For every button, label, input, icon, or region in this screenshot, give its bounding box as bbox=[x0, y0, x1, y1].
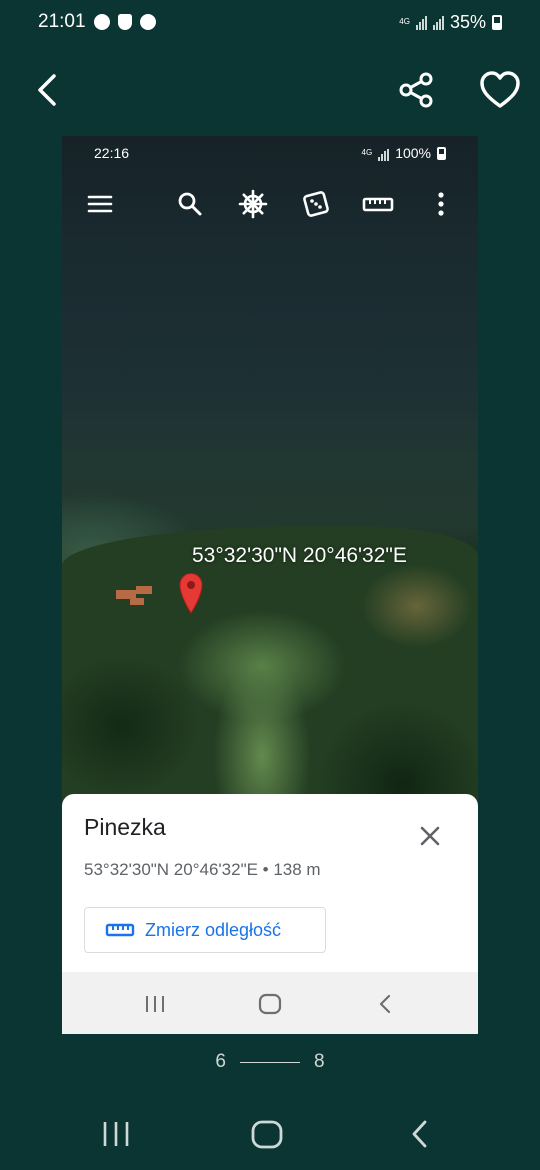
top-actions bbox=[0, 62, 540, 118]
ship-wheel-icon bbox=[238, 189, 268, 219]
feeling-lucky-button[interactable] bbox=[300, 188, 332, 220]
ruler-icon bbox=[362, 197, 394, 212]
inner-status-right: 4G 100% bbox=[362, 145, 446, 161]
back-icon bbox=[379, 994, 391, 1014]
inner-status-time: 22:16 bbox=[94, 145, 130, 161]
map-building bbox=[136, 586, 152, 594]
system-nav-bar bbox=[0, 1108, 540, 1158]
inner-nav-bar bbox=[62, 972, 478, 1034]
home-icon bbox=[251, 1120, 283, 1149]
measure-distance-label: Zmierz odległość bbox=[145, 919, 282, 940]
pin-info-sheet: Pinezka 53°32'30"N 20°46'32"E • 138 m Zm… bbox=[62, 794, 478, 972]
search-icon bbox=[178, 192, 202, 216]
back-button[interactable] bbox=[28, 68, 68, 112]
map-toolbar bbox=[62, 184, 478, 224]
menu-icon bbox=[87, 195, 113, 213]
signal-icon bbox=[415, 14, 427, 30]
nav-back-button[interactable] bbox=[370, 990, 400, 1018]
screenshot-preview: 22:16 4G 100% 53°32'30"N 20°46'32"E Pine… bbox=[62, 136, 478, 1034]
share-icon bbox=[399, 72, 433, 108]
pager-divider bbox=[240, 1061, 300, 1063]
ruler-icon bbox=[105, 923, 135, 937]
close-button[interactable] bbox=[416, 822, 444, 850]
pin-coordinates-label: 53°32'30"N 20°46'32"E bbox=[192, 544, 407, 567]
home-button[interactable] bbox=[247, 1114, 287, 1154]
search-button[interactable] bbox=[174, 188, 206, 220]
heart-icon bbox=[480, 71, 520, 108]
sheet-subtitle: 53°32'30"N 20°46'32"E • 138 m bbox=[84, 860, 321, 879]
close-icon bbox=[420, 826, 440, 846]
measure-distance-button[interactable]: Zmierz odległość bbox=[84, 907, 326, 953]
recents-button[interactable] bbox=[96, 1114, 136, 1154]
status-right: 4G 35% bbox=[399, 12, 502, 33]
home-icon bbox=[258, 993, 282, 1015]
nav-back-button[interactable] bbox=[400, 1114, 440, 1154]
map-building bbox=[130, 598, 144, 605]
recents-icon bbox=[146, 996, 164, 1012]
inner-network-type: 4G bbox=[361, 148, 373, 157]
more-vert-icon bbox=[438, 192, 444, 216]
pager-current: 6 bbox=[215, 1051, 226, 1072]
battery-percent: 35% bbox=[449, 11, 486, 32]
recents-icon bbox=[103, 1122, 129, 1146]
network-type: 4G bbox=[399, 17, 410, 26]
sheet-title: Pinezka bbox=[84, 814, 166, 840]
back-icon bbox=[412, 1120, 427, 1148]
share-button[interactable] bbox=[396, 68, 440, 112]
battery-icon bbox=[492, 14, 502, 30]
image-pager: 6 8 bbox=[0, 1048, 540, 1076]
notification-icon bbox=[139, 14, 156, 30]
status-time: 21:01 bbox=[38, 11, 86, 32]
more-options-button[interactable] bbox=[425, 188, 457, 220]
dice-icon bbox=[303, 191, 329, 217]
notification-icon bbox=[93, 14, 110, 30]
shield-icon bbox=[117, 14, 132, 30]
signal-icon bbox=[378, 145, 390, 161]
map-pin-icon[interactable] bbox=[178, 572, 204, 614]
battery-icon bbox=[437, 146, 446, 160]
menu-button[interactable] bbox=[84, 188, 116, 220]
inner-battery-percent: 100% bbox=[395, 145, 431, 161]
measure-tool-button[interactable] bbox=[360, 188, 396, 220]
back-icon bbox=[38, 74, 56, 106]
voyager-button[interactable] bbox=[237, 188, 269, 220]
favorite-button[interactable] bbox=[476, 66, 524, 114]
recents-button[interactable] bbox=[140, 990, 170, 1018]
status-left: 21:01 bbox=[38, 11, 156, 33]
inner-status-bar: 22:16 4G 100% bbox=[62, 136, 478, 170]
signal-icon bbox=[432, 14, 444, 30]
home-button[interactable] bbox=[255, 990, 285, 1018]
pager-total: 8 bbox=[314, 1051, 325, 1072]
status-bar: 21:01 4G 35% bbox=[0, 0, 540, 44]
